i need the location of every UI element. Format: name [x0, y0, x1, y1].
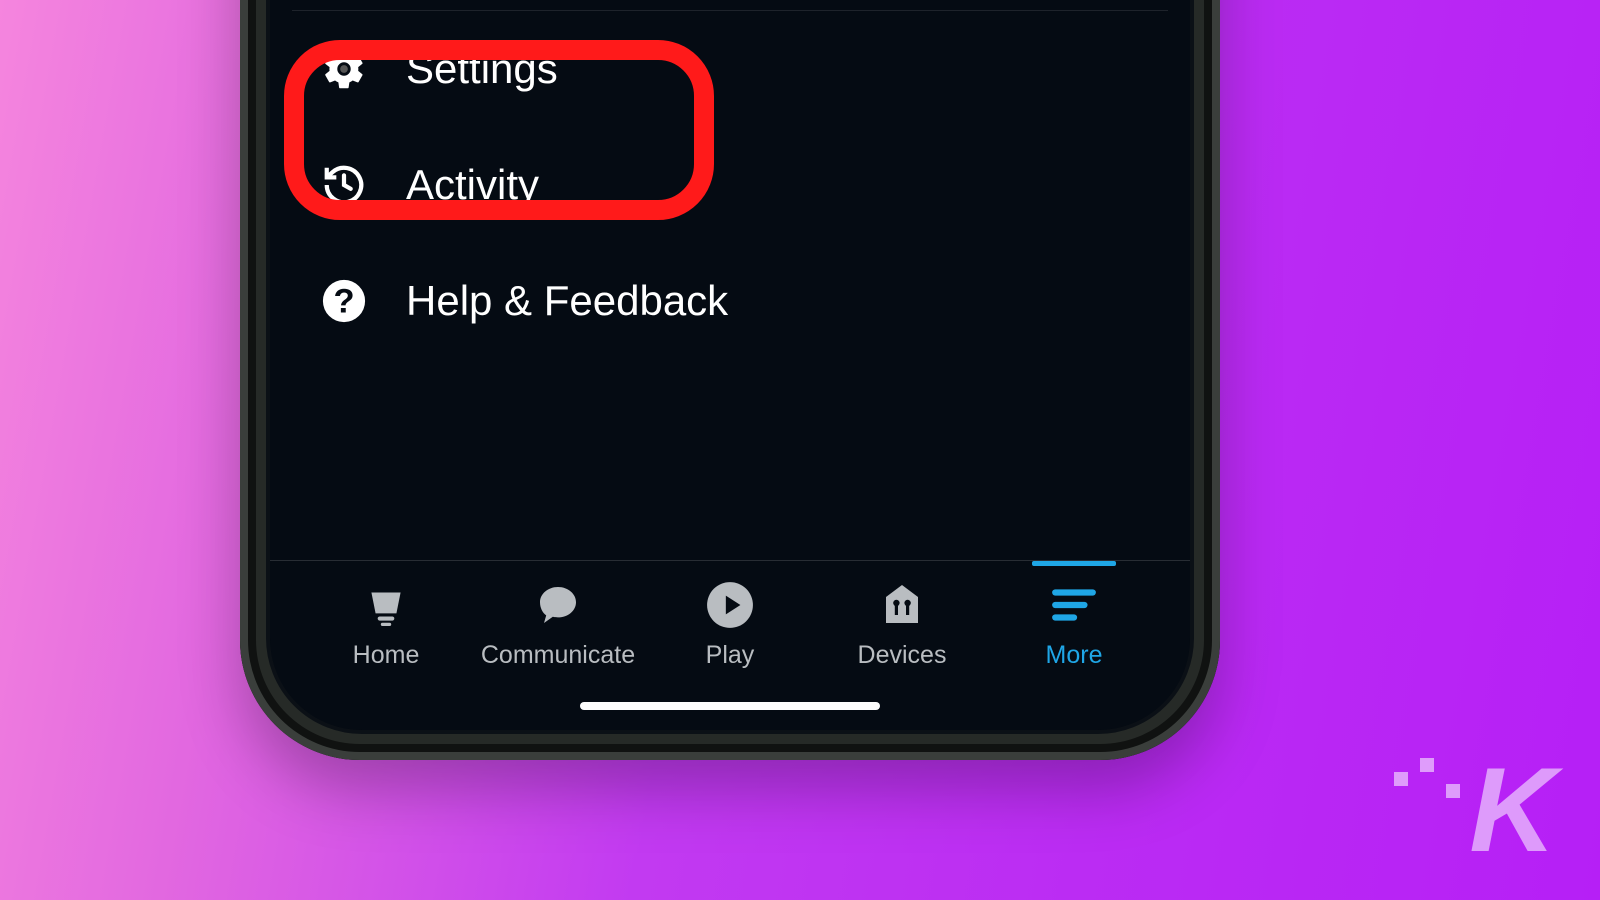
- watermark-dots: [1394, 758, 1460, 772]
- tab-devices[interactable]: Devices: [816, 573, 988, 670]
- help-icon: ?: [320, 277, 368, 325]
- tab-label: Communicate: [481, 641, 635, 670]
- svg-text:?: ?: [333, 283, 354, 321]
- more-icon: [1048, 579, 1100, 631]
- tab-label: Devices: [858, 641, 947, 670]
- history-icon: [320, 161, 368, 209]
- home-icon: [360, 579, 412, 631]
- tab-label: Home: [353, 641, 420, 670]
- phone-frame: Settings Activity: [240, 0, 1220, 760]
- tab-label: More: [1046, 641, 1103, 670]
- tab-communicate[interactable]: Communicate: [472, 573, 644, 670]
- menu-item-label: Activity: [406, 161, 539, 209]
- menu-item-label: Settings: [406, 45, 558, 93]
- chat-icon: [532, 579, 584, 631]
- watermark-letter: K: [1469, 743, 1550, 877]
- gear-icon: [320, 45, 368, 93]
- phone-screen: Settings Activity: [266, 0, 1194, 734]
- tab-label: Play: [706, 641, 755, 670]
- menu-list: Settings Activity: [270, 0, 1190, 560]
- menu-item-help[interactable]: ? Help & Feedback: [270, 243, 1190, 359]
- home-indicator[interactable]: [580, 702, 880, 710]
- tab-more[interactable]: More: [988, 573, 1160, 670]
- menu-item-settings[interactable]: Settings: [270, 11, 1190, 127]
- menu-item-label: Help & Feedback: [406, 277, 728, 325]
- tab-play[interactable]: Play: [644, 573, 816, 670]
- menu-item-activity[interactable]: Activity: [270, 127, 1190, 243]
- devices-icon: [876, 579, 928, 631]
- play-icon: [704, 579, 756, 631]
- watermark-logo: K: [1469, 750, 1550, 870]
- tab-home[interactable]: Home: [300, 573, 472, 670]
